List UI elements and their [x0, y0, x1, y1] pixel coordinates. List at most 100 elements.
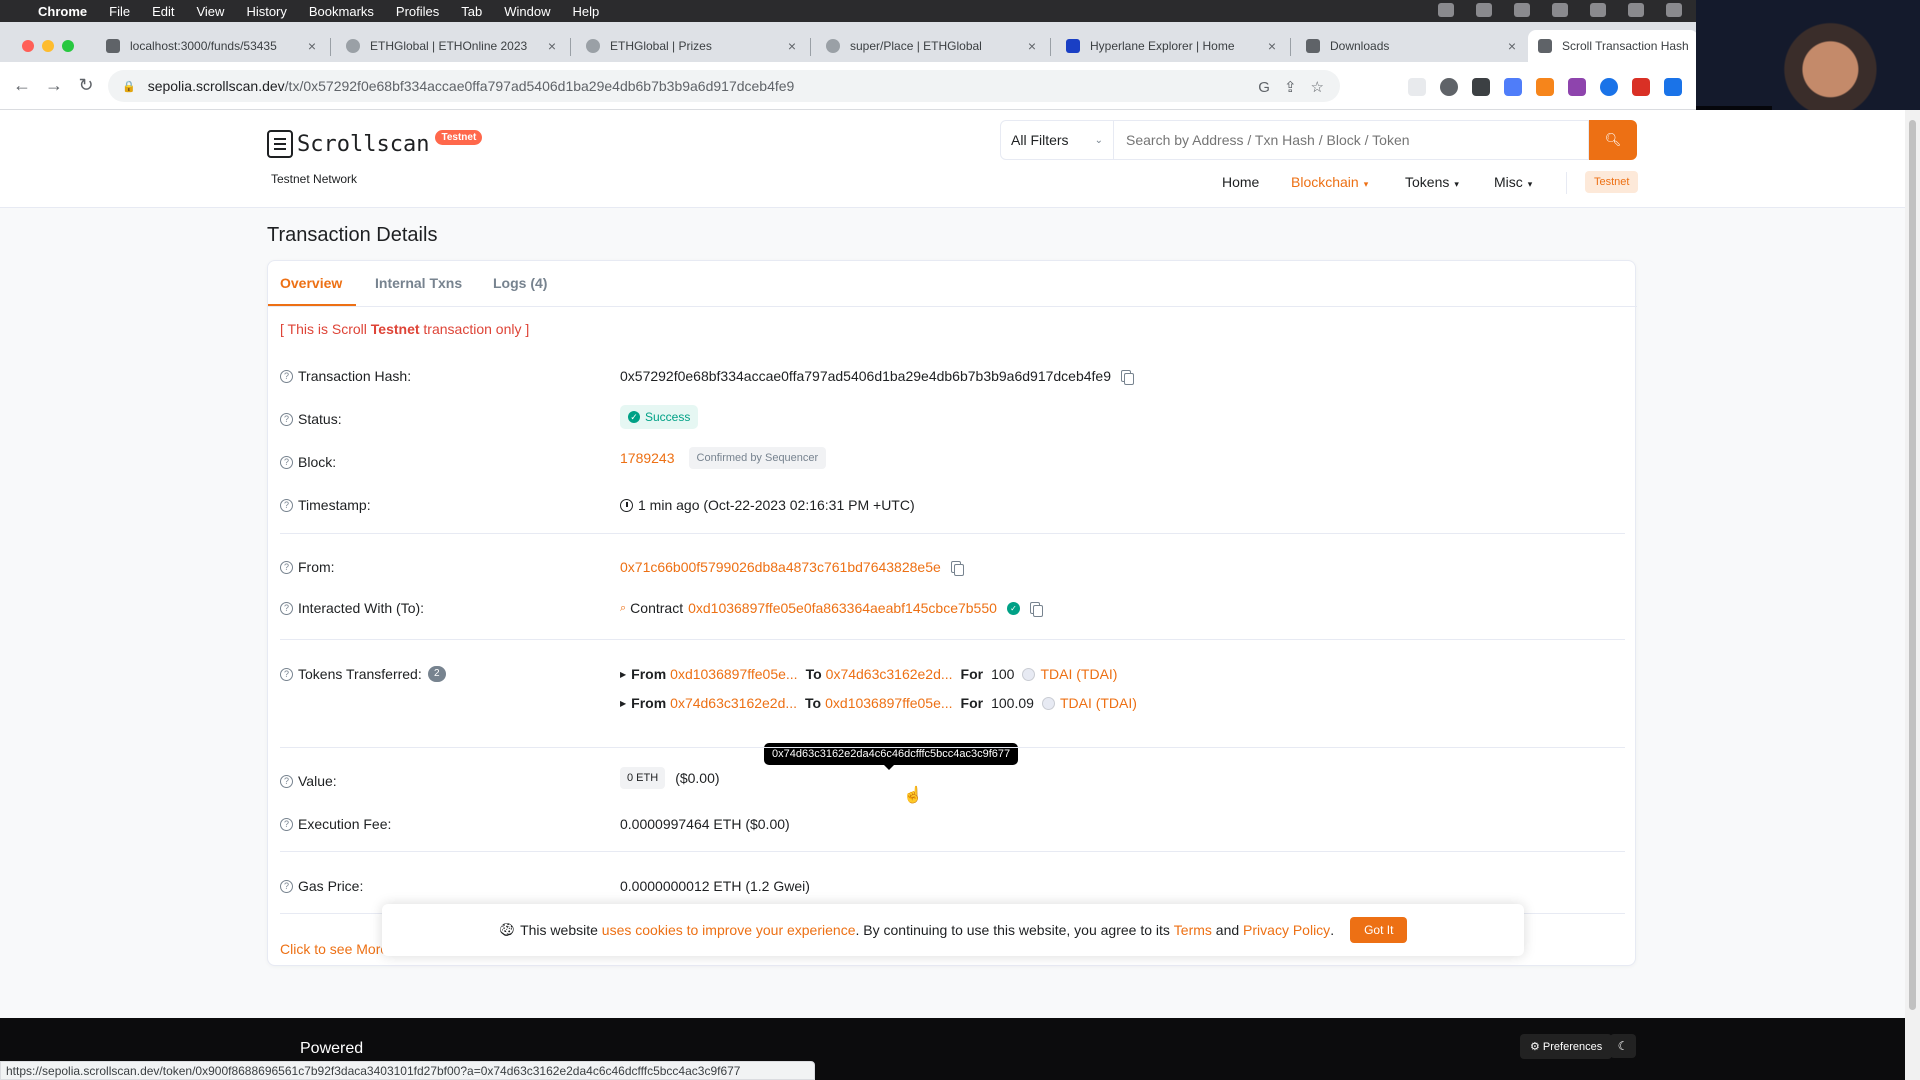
tab-overview[interactable]: Overview — [280, 275, 342, 291]
help-icon[interactable]: ? — [280, 560, 293, 574]
close-tab-icon[interactable]: × — [308, 38, 316, 54]
extensions-puzzle-icon[interactable] — [1664, 78, 1682, 96]
eyedropper-icon[interactable] — [1472, 78, 1490, 96]
cookie-policy-link[interactable]: uses cookies to improve your experience — [602, 922, 856, 938]
help-icon[interactable]: ? — [280, 498, 293, 512]
tab-hyperlane[interactable]: Hyperlane Explorer | Home × — [1056, 30, 1286, 62]
tray-vpn-icon[interactable] — [1514, 3, 1530, 17]
preferences-button[interactable]: ⚙ Preferences — [1520, 1034, 1613, 1059]
contract-address-link[interactable]: 0xd1036897ffe05e0fa863364aeabf145cbce7b5… — [688, 600, 997, 616]
tab-localhost[interactable]: localhost:3000/funds/53435 × — [96, 30, 326, 62]
scrollbar-thumb[interactable] — [1909, 120, 1916, 1010]
extension-icon[interactable] — [1600, 78, 1618, 96]
tab-prizes[interactable]: ETHGlobal | Prizes × — [576, 30, 806, 62]
transfer-from-link[interactable]: 0x74d63c3162e2d... — [670, 695, 797, 711]
forward-icon[interactable]: → — [38, 75, 70, 96]
tray-keyboard-icon[interactable] — [1666, 3, 1682, 17]
copy-icon[interactable] — [1121, 370, 1135, 385]
tab-internal-txns[interactable]: Internal Txns — [375, 275, 462, 291]
menu-help[interactable]: Help — [573, 4, 600, 19]
search-input[interactable] — [1114, 120, 1589, 160]
privacy-policy-link[interactable]: Privacy Policy — [1243, 922, 1330, 938]
tray-weather-icon[interactable] — [1438, 3, 1454, 17]
maximize-window-button[interactable] — [62, 40, 74, 52]
nav-blockchain[interactable]: Blockchain ▾ — [1291, 174, 1368, 190]
back-icon[interactable]: ← — [6, 75, 38, 96]
status-value: ✓ Success — [620, 405, 699, 429]
tab-downloads[interactable]: Downloads × — [1296, 30, 1526, 62]
tray-control-icon[interactable] — [1552, 3, 1568, 17]
help-icon[interactable]: ? — [280, 667, 293, 681]
tray-app-icon[interactable] — [1476, 3, 1492, 17]
close-tab-icon[interactable]: × — [548, 38, 556, 54]
reload-icon[interactable]: ↻ — [70, 75, 102, 96]
terms-link[interactable]: Terms — [1174, 922, 1212, 938]
menu-edit[interactable]: Edit — [152, 4, 174, 19]
transfer-to-link[interactable]: 0x74d63c3162e2d... — [826, 666, 953, 682]
tab-superplace[interactable]: super/Place | ETHGlobal × — [816, 30, 1046, 62]
close-tab-icon[interactable]: × — [1508, 38, 1516, 54]
nav-home[interactable]: Home — [1222, 174, 1259, 190]
site-logo[interactable]: Scrollscan Testnet — [267, 129, 483, 158]
close-tab-icon[interactable]: × — [1028, 38, 1036, 54]
tab-ethonline[interactable]: ETHGlobal | ETHOnline 2023 × — [336, 30, 566, 62]
block-link[interactable]: 1789243 — [620, 450, 675, 466]
close-tab-icon[interactable]: × — [1268, 38, 1276, 54]
metamask-fox-icon[interactable] — [1536, 78, 1554, 96]
page-scrollbar[interactable] — [1905, 110, 1920, 1080]
lock-icon[interactable]: 🔒 — [122, 80, 136, 93]
transfer-to-link[interactable]: 0xd1036897ffe05e... — [825, 695, 952, 711]
tray-display-icon[interactable] — [1590, 3, 1606, 17]
help-icon[interactable]: ? — [280, 774, 293, 788]
menu-chrome[interactable]: Chrome — [38, 4, 87, 19]
help-icon[interactable]: ? — [280, 369, 293, 383]
address-bar[interactable]: 🔒 sepolia.scrollscan.dev/tx/0x57292f0e68… — [108, 70, 1340, 102]
bookmark-star-icon[interactable]: ☆ — [1311, 78, 1324, 96]
close-tab-icon[interactable]: × — [788, 38, 796, 54]
tab-logs[interactable]: Logs (4) — [493, 275, 547, 291]
webcam-overlay: newgate taio — [1696, 0, 1920, 126]
extension-icon[interactable] — [1568, 78, 1586, 96]
extension-icon[interactable] — [1440, 78, 1458, 96]
menu-profiles[interactable]: Profiles — [396, 4, 439, 19]
help-icon[interactable]: ? — [280, 412, 293, 426]
tab-scroll-active[interactable]: Scroll Transaction Hash — [1528, 30, 1698, 62]
help-icon[interactable]: ? — [280, 455, 293, 469]
copy-icon[interactable] — [1029, 602, 1043, 617]
accept-cookies-button[interactable]: Got It — [1350, 917, 1408, 943]
help-icon[interactable]: ? — [280, 601, 293, 615]
menu-history[interactable]: History — [246, 4, 286, 19]
dark-mode-toggle[interactable]: ☾ — [1610, 1034, 1636, 1058]
tx-hash-value: 0x57292f0e68bf334accae0ffa797ad5406d1ba2… — [620, 368, 1135, 385]
extension-icon[interactable] — [1408, 78, 1426, 96]
menu-tab[interactable]: Tab — [461, 4, 482, 19]
menu-view[interactable]: View — [196, 4, 224, 19]
extension-icon[interactable] — [1632, 78, 1650, 96]
copy-icon[interactable] — [950, 561, 964, 576]
translate-icon[interactable] — [1504, 78, 1522, 96]
token-link[interactable]: TDAI (TDAI) — [1040, 666, 1117, 682]
help-icon[interactable]: ? — [280, 879, 293, 893]
menu-bookmarks[interactable]: Bookmarks — [309, 4, 374, 19]
minimize-window-button[interactable] — [42, 40, 54, 52]
transfer-from-link[interactable]: 0xd1036897ffe05e... — [670, 666, 797, 682]
filter-select[interactable]: All Filters ⌄ — [1000, 120, 1114, 160]
from-address-link[interactable]: 0x71c66b00f5799026db8a4873c761bd7643828e… — [620, 559, 941, 575]
tray-volume-icon[interactable] — [1628, 3, 1644, 17]
gear-icon: ⚙ — [1530, 1041, 1543, 1053]
close-window-button[interactable] — [22, 40, 34, 52]
tab-favicon-icon — [1538, 39, 1552, 53]
share-icon[interactable]: ⇪ — [1284, 78, 1297, 96]
menu-file[interactable]: File — [109, 4, 130, 19]
nav-tokens[interactable]: Tokens ▾ — [1405, 174, 1459, 190]
google-icon[interactable]: G — [1258, 79, 1270, 96]
cookie-banner: 🍪︎ This website uses cookies to improve … — [382, 904, 1524, 956]
token-link[interactable]: TDAI (TDAI) — [1060, 695, 1137, 711]
caret-right-icon[interactable]: ▶ — [620, 699, 626, 708]
help-icon[interactable]: ? — [280, 817, 293, 831]
network-pill[interactable]: Testnet — [1585, 171, 1639, 193]
menu-window[interactable]: Window — [504, 4, 550, 19]
search-button[interactable]: 🔍︎ — [1589, 120, 1637, 160]
nav-misc[interactable]: Misc ▾ — [1494, 174, 1532, 190]
caret-right-icon[interactable]: ▶ — [620, 670, 626, 679]
